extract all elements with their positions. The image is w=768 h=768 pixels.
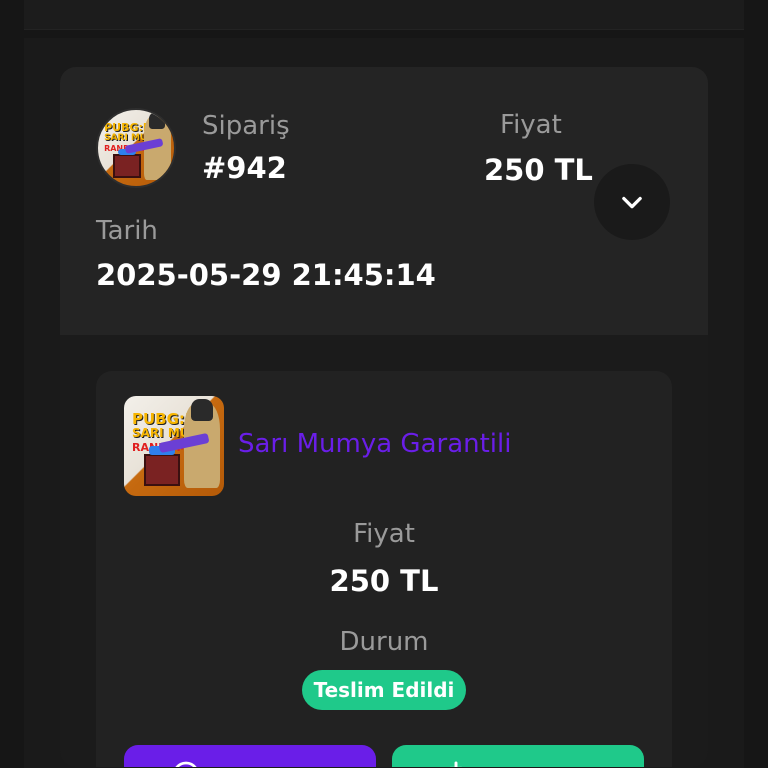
review-button[interactable] (392, 745, 644, 767)
order-date-value: 2025-05-29 21:45:14 (96, 258, 436, 292)
contact-button[interactable] (124, 745, 376, 767)
status-badge: Teslim Edildi (302, 670, 466, 710)
chevron-down-icon (622, 196, 642, 209)
order-price-label: Fiyat (500, 110, 562, 140)
order-number: #942 (202, 151, 287, 185)
top-panel-edge (24, 0, 744, 30)
chat-icon (175, 761, 197, 767)
product-thumbnail: PUBG:M SARI MUMYA RANDOM (124, 396, 224, 496)
crate-graphic (113, 148, 141, 179)
item-price-label: Fiyat (353, 519, 415, 549)
expand-order-button[interactable] (594, 164, 670, 240)
order-date-label: Tarih (96, 216, 158, 246)
item-price-value: 250 TL (329, 564, 439, 598)
product-title-link[interactable]: Sarı Mumya Garantili (238, 429, 511, 459)
order-price-value: 250 TL (484, 153, 593, 187)
crate-graphic (144, 446, 180, 486)
review-icon (450, 761, 462, 767)
order-product-thumbnail: PUBG:M SARI MUMYA RANDOM (96, 108, 176, 188)
order-label: Sipariş (202, 111, 290, 141)
order-card: PUBG:M SARI MUMYA RANDOM Sipariş #942 Fi… (60, 67, 708, 767)
status-label: Durum (339, 627, 429, 657)
order-history-page: PUBG:M SARI MUMYA RANDOM Sipariş #942 Fi… (0, 0, 768, 768)
